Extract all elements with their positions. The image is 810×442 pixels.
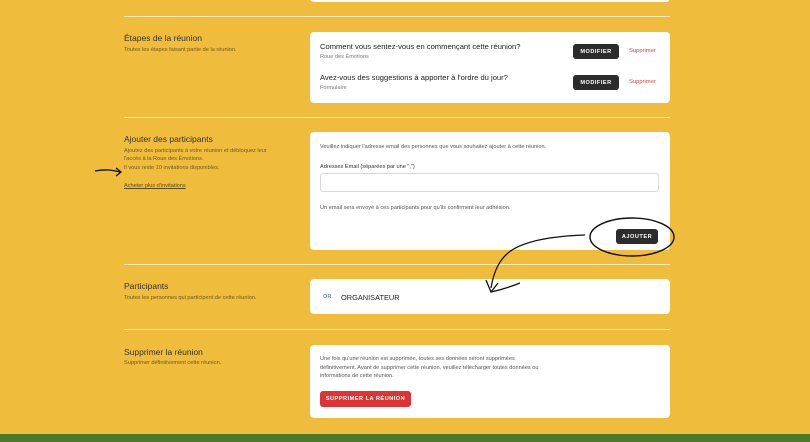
divider <box>124 117 670 118</box>
edit-step-button[interactable]: MODIFIER <box>573 75 619 90</box>
step-type: Roue des Émotions <box>320 54 369 60</box>
participant-role: ORGANISATEUR <box>341 293 400 302</box>
previous-section-card <box>310 0 670 2</box>
buy-invitations-link[interactable]: Acheter plus d'invitations <box>124 183 186 189</box>
divider <box>124 16 670 17</box>
delete-meeting-description: Supprimer définitivement cette réunion. <box>124 360 222 366</box>
email-label: Adresses Email (séparées par une ",") <box>320 164 415 170</box>
add-participants-button[interactable]: AJOUTER <box>616 229 658 244</box>
participants-title: Participants <box>124 281 169 291</box>
steps-description: Toutes les étapes faisant partie de la r… <box>124 47 237 53</box>
add-notice: Un email sera envoyé à ces participants … <box>320 205 511 211</box>
edit-step-button[interactable]: MODIFIER <box>573 44 619 59</box>
add-participants-description: Ajoutez des participants à votre réunion… <box>124 148 267 171</box>
footer-bar <box>0 434 810 442</box>
add-participants-title: Ajouter des participants <box>124 134 213 144</box>
divider <box>124 329 670 330</box>
participant-avatar: OR <box>323 294 332 300</box>
delete-meeting-button[interactable]: SUPPRIMER LA RÉUNION <box>320 391 411 407</box>
add-instruction: Veuillez indiquer l'adresse email des pe… <box>320 144 547 150</box>
delete-step-button[interactable]: Supprimer <box>629 48 656 54</box>
participants-description: Toutes les personnes qui participent de … <box>124 295 257 301</box>
email-field[interactable] <box>320 173 659 192</box>
delete-meeting-title: Supprimer la réunion <box>124 347 203 357</box>
delete-step-button[interactable]: Supprimer <box>629 79 656 85</box>
step-question: Comment vous sentez-vous en commençant c… <box>320 42 521 51</box>
divider <box>124 264 670 265</box>
delete-warning: Une fois qu'une réunion est supprimée, t… <box>320 356 539 380</box>
annotation-arrow-left <box>94 167 123 177</box>
step-question: Avez-vous des suggestions à apporter à l… <box>320 73 508 82</box>
steps-title: Étapes de la réunion <box>124 33 202 43</box>
step-type: Formulaire <box>320 85 347 91</box>
